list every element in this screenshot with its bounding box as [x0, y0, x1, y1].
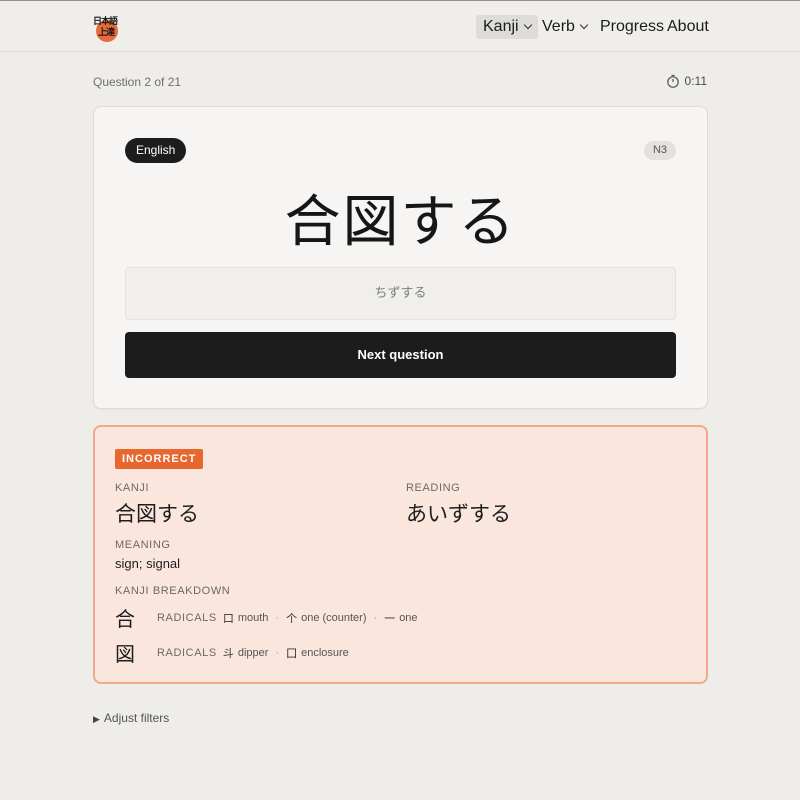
radical-glyph: 斗 [222, 646, 234, 660]
radicals-label: RADICALS [157, 611, 217, 624]
chevron-down-icon [579, 20, 589, 30]
nav-item-kanji[interactable]: Kanji [476, 15, 538, 39]
mode-pill[interactable]: English [125, 138, 187, 163]
reading-label: READING [406, 482, 461, 494]
breakdown-kanji: 図 [115, 642, 135, 666]
adjust-filters-label: Adjust filters [103, 711, 170, 725]
reading-value: あいずする [406, 502, 511, 526]
radical-glyph: 个 [286, 611, 298, 625]
logo-bottom-text: 上達 [98, 28, 115, 38]
radical-meaning: one [399, 611, 418, 624]
stopwatch-icon [666, 74, 679, 88]
separator-dot: · [373, 611, 378, 624]
question-card: English N3 合図する ちずする Next question [93, 106, 708, 409]
nav-label-verb: Verb [542, 18, 575, 35]
disclosure-triangle-icon: ▶ [93, 714, 100, 724]
kanji-value: 合図する [115, 502, 199, 526]
radical-item: 一 one [384, 610, 417, 626]
radical-item: 斗 dipper [223, 645, 269, 661]
chevron-down-icon [523, 20, 532, 30]
breakdown-row: 合 RADICALS 口 mouth · 个 one (counter) · 一… [115, 603, 418, 632]
kanji-label: KANJI [115, 482, 150, 494]
radical-item: 个 one (counter) [286, 610, 366, 626]
radical-item: 囗 enclosure [286, 645, 349, 661]
radical-item: 口 mouth [223, 610, 269, 626]
radical-meaning: mouth [237, 611, 269, 624]
adjust-filters-toggle[interactable]: ▶ Adjust filters [93, 711, 169, 725]
separator-dot: · [275, 611, 280, 624]
nav-label-kanji: Kanji [483, 18, 519, 35]
meaning-value: sign; signal [115, 556, 181, 571]
radical-glyph: 口 [222, 611, 234, 625]
next-question-button[interactable]: Next question [125, 332, 676, 378]
app-logo[interactable]: 日本語 上達 [93, 14, 121, 42]
status-badge: INCORRECT [115, 449, 204, 469]
top-navigation-bar: 日本語 上達 Kanji Verb Progress About [0, 0, 800, 52]
breakdown-kanji: 合 [115, 607, 135, 631]
question-prompt: 合図する [284, 190, 517, 255]
radical-meaning: enclosure [301, 646, 349, 659]
nav-item-verb[interactable]: Verb [535, 15, 594, 39]
radical-meaning: dipper [237, 646, 269, 659]
radical-glyph: 一 [384, 611, 396, 625]
radical-meaning: one (counter) [301, 611, 367, 624]
meaning-label: MEANING [115, 539, 171, 551]
level-badge: N3 [643, 141, 676, 160]
nav-item-about[interactable]: About [660, 15, 716, 39]
breakdown-row: 図 RADICALS 斗 dipper · 囗 enclosure [115, 638, 349, 667]
radical-glyph: 囗 [286, 646, 298, 660]
nav-label-progress: Progress [600, 18, 665, 35]
result-panel: INCORRECT KANJI 合図する READING あいずする MEANI… [93, 425, 708, 684]
quiz-timer: 0:11 [666, 74, 707, 88]
question-progress: Question 2 of 21 [93, 75, 182, 89]
timer-value: 0:11 [684, 74, 707, 88]
radicals-label: RADICALS [157, 646, 217, 659]
separator-dot: · [275, 646, 280, 659]
nav-label-about: About [667, 18, 709, 35]
breakdown-label: KANJI BREAKDOWN [115, 585, 231, 597]
answer-input[interactable]: ちずする [125, 267, 676, 320]
